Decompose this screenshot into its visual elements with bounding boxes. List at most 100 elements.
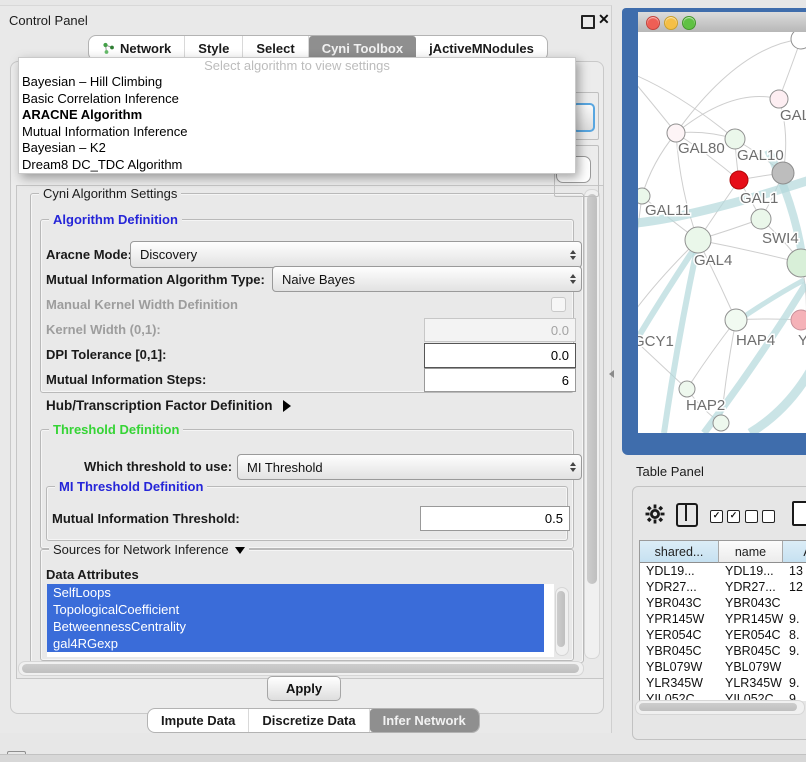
table-panel-title: Table Panel bbox=[636, 464, 704, 479]
attributes-scrollbar[interactable] bbox=[555, 587, 569, 656]
network-window-titlebar[interactable] bbox=[638, 12, 806, 33]
new-column-icon[interactable] bbox=[792, 501, 806, 526]
network-node[interactable] bbox=[713, 415, 729, 431]
table-cell[interactable]: YBL079W bbox=[640, 659, 719, 675]
mi-steps-field[interactable]: 6 bbox=[424, 368, 576, 392]
mac-minimize-button[interactable] bbox=[664, 16, 678, 30]
table-cell[interactable]: YDR27... bbox=[640, 579, 719, 595]
tab-label: Network bbox=[120, 41, 171, 56]
network-node[interactable] bbox=[679, 381, 695, 397]
network-edge-thick[interactable] bbox=[750, 368, 806, 433]
table-hscrollbar[interactable] bbox=[635, 700, 805, 715]
mi-threshold-field[interactable]: 0.5 bbox=[420, 506, 570, 531]
table-cell[interactable]: YBL079W bbox=[719, 659, 783, 675]
table-cell[interactable]: YPR145W bbox=[719, 611, 783, 627]
table-cell[interactable]: 8. bbox=[783, 627, 806, 643]
table-cell[interactable]: YER054C bbox=[719, 627, 783, 643]
table-row[interactable]: YDL19...YDL19...13 bbox=[640, 563, 806, 579]
table-cell[interactable]: 12 bbox=[783, 579, 806, 595]
tab-impute-data[interactable]: Impute Data bbox=[148, 709, 249, 732]
table-cell[interactable]: YBR045C bbox=[719, 643, 783, 659]
settings-vscrollbar[interactable] bbox=[584, 189, 600, 659]
table-cell[interactable]: YER054C bbox=[640, 627, 719, 643]
table-row[interactable]: YLR345WYLR345W9. bbox=[640, 675, 806, 691]
table-cell[interactable]: YDL19... bbox=[719, 563, 783, 579]
network-canvas[interactable]: GALGAL80GAL10GAL1GAL11SWI4GAL4GCY1HAP4YH… bbox=[638, 32, 806, 433]
deselect-all-icon[interactable] bbox=[745, 510, 775, 523]
mac-zoom-button[interactable] bbox=[682, 16, 696, 30]
table-cell[interactable]: YLR345W bbox=[640, 675, 719, 691]
network-node[interactable] bbox=[787, 249, 806, 277]
table-cell[interactable]: YBR045C bbox=[640, 643, 719, 659]
split-columns-icon[interactable] bbox=[676, 503, 698, 527]
float-panel-icon[interactable] bbox=[581, 15, 595, 29]
algorithm-option-bayesian-hill-climbing[interactable]: Bayesian – Hill Climbing bbox=[19, 74, 575, 91]
algorithm-option-mutual-information-inference[interactable]: Mutual Information Inference bbox=[19, 124, 575, 141]
settings-hscrollbar[interactable] bbox=[18, 661, 584, 676]
splitter-collapse-icon[interactable] bbox=[609, 370, 614, 378]
table-cell[interactable]: YBR043C bbox=[719, 595, 783, 611]
attribute-item-selfloops[interactable]: SelfLoops bbox=[47, 584, 544, 601]
which-threshold-select[interactable]: MI Threshold bbox=[237, 454, 582, 480]
attribute-item-gal4rgexp[interactable]: gal4RGexp bbox=[47, 635, 544, 652]
gear-icon[interactable] bbox=[645, 504, 665, 524]
table-cell[interactable]: YPR145W bbox=[640, 611, 719, 627]
table-cell[interactable] bbox=[783, 659, 806, 675]
table-cell[interactable]: 9. bbox=[783, 643, 806, 659]
table-cell[interactable]: YDR27... bbox=[719, 579, 783, 595]
hub-expander[interactable]: Hub/Transcription Factor Definition bbox=[46, 398, 291, 413]
table-cell[interactable]: YDL19... bbox=[640, 563, 719, 579]
table-row[interactable]: YBL079WYBL079W bbox=[640, 659, 806, 675]
network-edge[interactable] bbox=[642, 133, 676, 196]
which-threshold-value: MI Threshold bbox=[247, 460, 323, 475]
table-row[interactable]: YPR145WYPR145W9. bbox=[640, 611, 806, 627]
network-node[interactable] bbox=[725, 309, 747, 331]
sources-group-title[interactable]: Sources for Network Inference bbox=[49, 542, 249, 557]
dpi-tolerance-field[interactable]: 0.0 bbox=[424, 343, 576, 368]
algorithm-option-dream8-dc-tdc-algorithm[interactable]: Dream8 DC_TDC Algorithm bbox=[19, 157, 575, 174]
network-node[interactable] bbox=[772, 162, 794, 184]
network-view-window[interactable]: GALGAL80GAL10GAL1GAL11SWI4GAL4GCY1HAP4YH… bbox=[622, 8, 806, 455]
table-cell[interactable]: 9. bbox=[783, 611, 806, 627]
aracne-mode-select[interactable]: Discovery bbox=[130, 241, 582, 268]
table-row[interactable]: YBR045CYBR045C9. bbox=[640, 643, 806, 659]
manual-kernel-checkbox[interactable] bbox=[551, 297, 566, 312]
table-cell[interactable]: 13 bbox=[783, 563, 806, 579]
column-header-a[interactable]: A bbox=[783, 541, 806, 563]
close-panel-icon[interactable]: ✕ bbox=[598, 11, 610, 28]
table-row[interactable]: YDR27...YDR27...12 bbox=[640, 579, 806, 595]
table-cell[interactable]: 9. bbox=[783, 675, 806, 691]
attribute-item-betweennesscentrality[interactable]: BetweennessCentrality bbox=[47, 618, 544, 635]
table-row[interactable]: YER054CYER054C8. bbox=[640, 627, 806, 643]
algorithm-option-bayesian-k2[interactable]: Bayesian – K2 bbox=[19, 140, 575, 157]
network-node[interactable] bbox=[725, 129, 745, 149]
algorithm-option-basic-correlation-inference[interactable]: Basic Correlation Inference bbox=[19, 91, 575, 108]
network-edge[interactable] bbox=[687, 320, 736, 389]
node-label-swi4: SWI4 bbox=[762, 230, 799, 247]
select-all-icon[interactable]: ✓✓ bbox=[710, 510, 740, 523]
network-node[interactable] bbox=[791, 32, 806, 49]
network-edge[interactable] bbox=[676, 97, 779, 133]
node-table[interactable]: shared...nameA YDL19...YDL19...13YDR27..… bbox=[639, 540, 806, 701]
table-row[interactable]: YBR043CYBR043C bbox=[640, 595, 806, 611]
table-cell[interactable] bbox=[783, 595, 806, 611]
network-node[interactable] bbox=[791, 310, 806, 330]
algorithm-option-aracne-algorithm[interactable]: ARACNE Algorithm bbox=[19, 107, 575, 124]
column-header-shared[interactable]: shared... bbox=[640, 541, 719, 563]
tab-discretize-data[interactable]: Discretize Data bbox=[249, 709, 369, 732]
table-cell[interactable]: YLR345W bbox=[719, 675, 783, 691]
tab-infer-network[interactable]: Infer Network bbox=[370, 709, 479, 732]
network-node[interactable] bbox=[685, 227, 711, 253]
apply-button[interactable]: Apply bbox=[267, 676, 341, 701]
network-node[interactable] bbox=[730, 171, 748, 189]
mi-steps-value: 6 bbox=[562, 373, 569, 388]
mac-close-button[interactable] bbox=[646, 16, 660, 30]
data-attributes-list[interactable]: SelfLoopsTopologicalCoefficientBetweenne… bbox=[47, 584, 554, 657]
attribute-item-topologicalcoefficient[interactable]: TopologicalCoefficient bbox=[47, 601, 544, 618]
network-node[interactable] bbox=[751, 209, 771, 229]
table-cell[interactable]: YBR043C bbox=[640, 595, 719, 611]
network-node[interactable] bbox=[770, 90, 788, 108]
column-header-name[interactable]: name bbox=[719, 541, 783, 563]
mi-type-select[interactable]: Naive Bayes bbox=[272, 266, 582, 292]
node-label-hap4: HAP4 bbox=[736, 332, 775, 349]
